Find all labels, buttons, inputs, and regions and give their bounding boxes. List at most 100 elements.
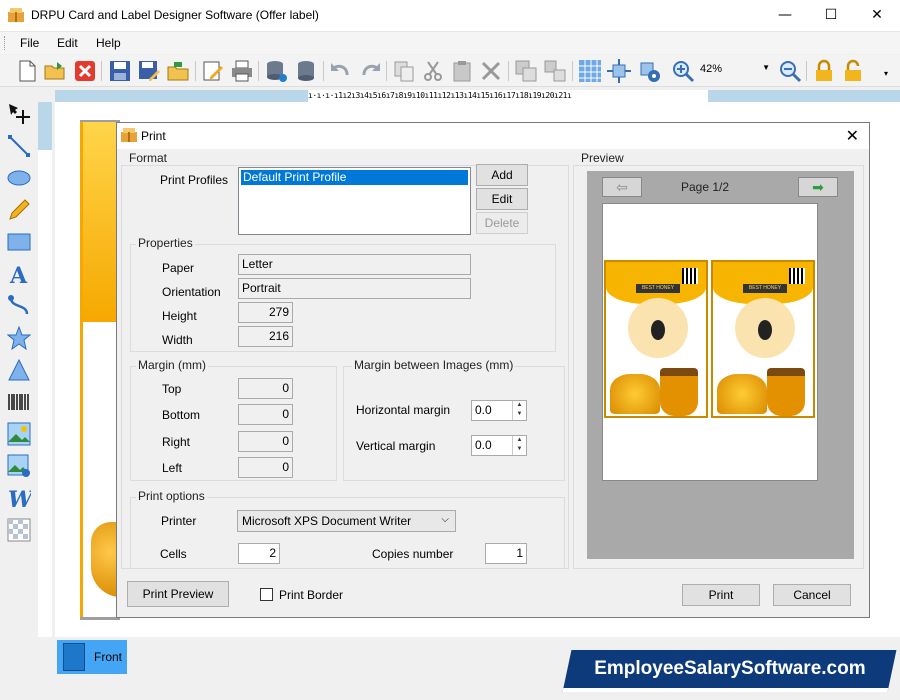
edit-profile-button[interactable]: Edit: [476, 188, 528, 210]
export-icon[interactable]: [166, 59, 190, 83]
close-window-button[interactable]: ✕: [854, 0, 900, 31]
minimize-button[interactable]: —: [762, 0, 808, 31]
cells-label: Cells: [160, 547, 187, 561]
dialog-close-icon[interactable]: ✕: [846, 126, 859, 145]
curve-tool-icon[interactable]: [7, 294, 31, 318]
label-thumbnail: BEST HONEY: [711, 260, 815, 418]
barcode-tool-icon[interactable]: [7, 390, 31, 414]
triangle-tool-icon[interactable]: [7, 358, 31, 382]
unlock-icon[interactable]: [841, 59, 865, 83]
stepper-arrows-icon[interactable]: ▲ ▼: [512, 401, 526, 420]
printer-select[interactable]: Microsoft XPS Document Writer ⌵: [237, 510, 456, 532]
add-profile-button[interactable]: Add: [476, 164, 528, 186]
zoom-in-icon[interactable]: [671, 59, 695, 83]
print-dialog: Print ✕ Format Print Profiles Default Pr…: [116, 122, 870, 618]
print-profiles-list[interactable]: Default Print Profile: [238, 167, 471, 235]
width-field: 216: [238, 326, 293, 347]
print-preview-button[interactable]: Print Preview: [127, 581, 229, 607]
save-icon[interactable]: [108, 59, 132, 83]
copy-icon[interactable]: [392, 59, 416, 83]
undo-icon[interactable]: [329, 59, 353, 83]
watermark-text: EmployeeSalarySoftware.com: [594, 658, 866, 679]
printer-value: Microsoft XPS Document Writer: [242, 514, 412, 528]
database-icon[interactable]: [294, 59, 318, 83]
menu-help[interactable]: Help: [96, 36, 121, 50]
page-icon: [63, 643, 85, 671]
zoom-select[interactable]: 42% ▼: [700, 63, 772, 75]
word-art-icon[interactable]: W: [7, 486, 31, 510]
cells-field[interactable]: 2: [238, 543, 280, 564]
print-border-checkbox[interactable]: [260, 588, 273, 601]
lock-icon[interactable]: [812, 59, 836, 83]
fit-icon[interactable]: [607, 59, 631, 83]
honey-jar-icon: [660, 368, 698, 416]
image-library-icon[interactable]: [7, 454, 31, 478]
svg-text:W: W: [8, 487, 31, 510]
menu-file[interactable]: File: [20, 36, 39, 50]
label-design-edge[interactable]: [80, 122, 123, 617]
open-icon[interactable]: [43, 59, 67, 83]
front-tab-label: Front: [94, 650, 123, 664]
print-button[interactable]: Print: [682, 584, 760, 606]
ruler-scale: ı·ı·ı·ı1ı2ı3ı4ı5ı6ı7ı8ı9ı10ı11ı12ı13ı14ı…: [308, 90, 708, 102]
paste-icon[interactable]: [450, 59, 474, 83]
menu-edit[interactable]: Edit: [57, 36, 78, 50]
pointer-move-icon[interactable]: [7, 102, 31, 126]
ungroup-icon[interactable]: [543, 59, 567, 83]
image-tool-icon[interactable]: [7, 422, 31, 446]
print-profiles-label: Print Profiles: [160, 173, 229, 187]
preview-pane: ⇦ Page 1/2 ➡ BEST HONEY BEST HONEY: [587, 171, 854, 559]
maximize-button[interactable]: ☐: [808, 0, 854, 31]
zoom-out-icon[interactable]: [778, 59, 802, 83]
grid-icon[interactable]: [578, 59, 602, 83]
delete-profile-button[interactable]: Delete: [476, 212, 528, 234]
preview-page: BEST HONEY BEST HONEY: [602, 203, 818, 481]
front-tab[interactable]: Front: [57, 640, 127, 674]
prev-page-button[interactable]: ⇦: [602, 177, 642, 197]
redo-icon[interactable]: [358, 59, 382, 83]
rectangle-tool-icon[interactable]: [7, 230, 31, 254]
print-icon[interactable]: [230, 59, 254, 83]
cut-icon[interactable]: [421, 59, 445, 83]
print-border-label[interactable]: Print Border: [279, 588, 343, 602]
settings-icon[interactable]: [637, 59, 661, 83]
dialog-title-bar: Print ✕: [117, 123, 869, 149]
chevron-down-icon: ⌵: [441, 514, 449, 525]
close-doc-icon[interactable]: [73, 59, 97, 83]
qr-code-icon: [789, 268, 805, 284]
copies-field[interactable]: 1: [485, 543, 527, 564]
margin-left-label: Left: [162, 461, 183, 475]
margin-left-field[interactable]: 0: [238, 457, 293, 478]
pencil-tool-icon[interactable]: [7, 198, 31, 222]
watermark-tool-icon[interactable]: [7, 518, 31, 542]
cancel-button[interactable]: Cancel: [773, 584, 851, 606]
edit-doc-icon[interactable]: [201, 59, 225, 83]
delete-icon[interactable]: [479, 59, 503, 83]
database-add-icon[interactable]: [264, 59, 288, 83]
print-dialog-icon: [121, 128, 137, 142]
horizontal-margin-stepper[interactable]: 0.0 ▲ ▼: [471, 400, 527, 421]
text-tool-icon[interactable]: A: [7, 262, 31, 286]
line-tool-icon[interactable]: [7, 134, 31, 158]
vertical-ruler-scale: [38, 150, 52, 680]
margin-bottom-field[interactable]: 0: [238, 404, 293, 425]
vertical-margin-stepper[interactable]: 0.0 ▲ ▼: [471, 435, 527, 456]
next-page-button[interactable]: ➡: [798, 177, 838, 197]
menu-grip: [4, 36, 7, 50]
new-icon[interactable]: [15, 59, 39, 83]
window-title: DRPU Card and Label Designer Software (O…: [31, 8, 319, 22]
group-icon[interactable]: [514, 59, 538, 83]
margin-between-group: [343, 366, 565, 481]
ellipse-tool-icon[interactable]: [7, 166, 31, 190]
profile-item-default[interactable]: Default Print Profile: [241, 170, 468, 185]
best-honey-badge: BEST HONEY: [743, 284, 787, 293]
margin-top-field[interactable]: 0: [238, 378, 293, 399]
stepper-arrows-icon[interactable]: ▲ ▼: [512, 436, 526, 455]
margin-right-field[interactable]: 0: [238, 431, 293, 452]
save-as-icon[interactable]: [137, 59, 161, 83]
star-tool-icon[interactable]: [7, 326, 31, 350]
bee-icon: [651, 320, 665, 340]
margin-group-label: Margin (mm): [136, 358, 208, 372]
toolbar-overflow-icon[interactable]: ▾: [884, 69, 894, 79]
label-thumbnail: BEST HONEY: [604, 260, 708, 418]
